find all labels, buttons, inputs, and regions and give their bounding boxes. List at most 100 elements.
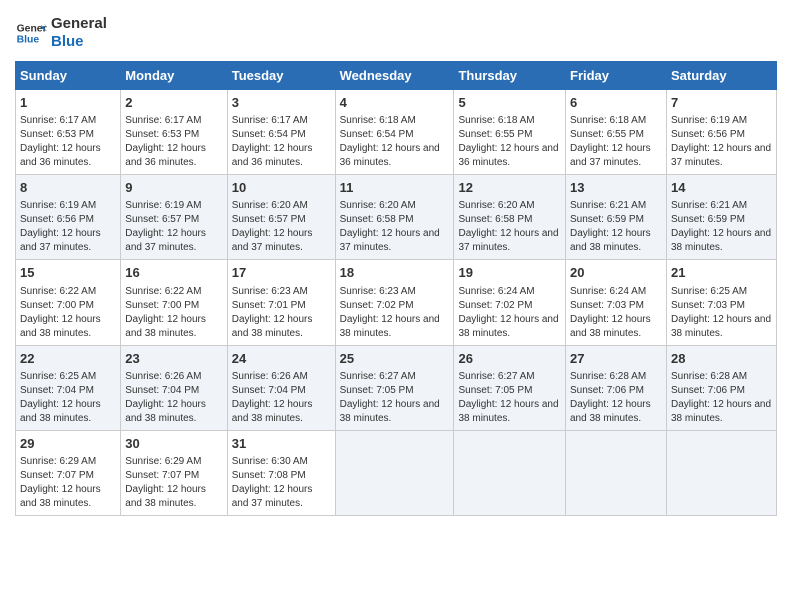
- day-number: 30: [125, 435, 222, 453]
- calendar-cell: [335, 430, 454, 515]
- calendar-cell: 3 Sunrise: 6:17 AMSunset: 6:54 PMDaylight…: [227, 90, 335, 175]
- week-row-3: 15 Sunrise: 6:22 AMSunset: 7:00 PMDayligh…: [16, 260, 777, 345]
- calendar-cell: [454, 430, 566, 515]
- header-wednesday: Wednesday: [335, 62, 454, 90]
- day-number: 21: [671, 264, 772, 282]
- day-info: Sunrise: 6:20 AMSunset: 6:57 PMDaylight:…: [232, 199, 331, 255]
- header-thursday: Thursday: [454, 62, 566, 90]
- calendar-cell: 1 Sunrise: 6:17 AMSunset: 6:53 PMDaylight…: [16, 90, 121, 175]
- calendar-cell: 12Sunrise: 6:20 AMSunset: 6:58 PMDayligh…: [454, 175, 566, 260]
- header-monday: Monday: [121, 62, 227, 90]
- calendar-cell: 31 Sunrise: 6:30 AMSunset: 7:08 PMDayligh…: [227, 430, 335, 515]
- calendar-cell: 15 Sunrise: 6:22 AMSunset: 7:00 PMDayligh…: [16, 260, 121, 345]
- day-number: 11: [340, 179, 450, 197]
- day-info: Sunrise: 6:29 AMSunset: 7:07 PMDaylight:…: [125, 455, 222, 511]
- day-number: 7: [671, 94, 772, 112]
- day-number: 6: [570, 94, 662, 112]
- day-info: Sunrise: 6:26 AMSunset: 7:04 PMDaylight:…: [125, 370, 222, 426]
- calendar-cell: 7 Sunrise: 6:19 AMSunset: 6:56 PMDaylight…: [666, 90, 776, 175]
- calendar-cell: [666, 430, 776, 515]
- day-info: Sunrise: 6:18 AMSunset: 6:55 PMDaylight:…: [570, 114, 662, 170]
- logo-line2: Blue: [51, 33, 107, 51]
- calendar-cell: 26Sunrise: 6:27 AMSunset: 7:05 PMDayligh…: [454, 345, 566, 430]
- day-info: Sunrise: 6:18 AMSunset: 6:54 PMDaylight:…: [340, 114, 450, 170]
- day-number: 14: [671, 179, 772, 197]
- day-info: Sunrise: 6:30 AMSunset: 7:08 PMDaylight:…: [232, 455, 331, 511]
- day-info: Sunrise: 6:22 AMSunset: 7:00 PMDaylight:…: [20, 285, 116, 341]
- day-number: 22: [20, 350, 116, 368]
- day-number: 13: [570, 179, 662, 197]
- calendar-cell: 13 Sunrise: 6:21 AMSunset: 6:59 PMDayligh…: [566, 175, 667, 260]
- calendar-cell: 27 Sunrise: 6:28 AMSunset: 7:06 PMDayligh…: [566, 345, 667, 430]
- day-info: Sunrise: 6:17 AMSunset: 6:54 PMDaylight:…: [232, 114, 331, 170]
- day-number: 4: [340, 94, 450, 112]
- calendar-cell: [566, 430, 667, 515]
- day-number: 27: [570, 350, 662, 368]
- day-number: 15: [20, 264, 116, 282]
- day-info: Sunrise: 6:23 AMSunset: 7:02 PMDaylight:…: [340, 285, 450, 341]
- day-info: Sunrise: 6:19 AMSunset: 6:56 PMDaylight:…: [671, 114, 772, 170]
- day-info: Sunrise: 6:18 AMSunset: 6:55 PMDaylight:…: [458, 114, 561, 170]
- day-info: Sunrise: 6:20 AMSunset: 6:58 PMDaylight:…: [340, 199, 450, 255]
- day-number: 2: [125, 94, 222, 112]
- day-info: Sunrise: 6:28 AMSunset: 7:06 PMDaylight:…: [671, 370, 772, 426]
- header-sunday: Sunday: [16, 62, 121, 90]
- day-number: 16: [125, 264, 222, 282]
- calendar-cell: 5 Sunrise: 6:18 AMSunset: 6:55 PMDaylight…: [454, 90, 566, 175]
- week-row-2: 8Sunrise: 6:19 AMSunset: 6:56 PMDaylight…: [16, 175, 777, 260]
- day-info: Sunrise: 6:24 AMSunset: 7:02 PMDaylight:…: [458, 285, 561, 341]
- calendar-cell: 6 Sunrise: 6:18 AMSunset: 6:55 PMDaylight…: [566, 90, 667, 175]
- day-info: Sunrise: 6:27 AMSunset: 7:05 PMDaylight:…: [458, 370, 561, 426]
- day-number: 12: [458, 179, 561, 197]
- header-tuesday: Tuesday: [227, 62, 335, 90]
- day-number: 25: [340, 350, 450, 368]
- calendar-cell: 8Sunrise: 6:19 AMSunset: 6:56 PMDaylight…: [16, 175, 121, 260]
- day-number: 8: [20, 179, 116, 197]
- day-number: 18: [340, 264, 450, 282]
- day-number: 1: [20, 94, 116, 112]
- header-saturday: Saturday: [666, 62, 776, 90]
- day-info: Sunrise: 6:25 AMSunset: 7:03 PMDaylight:…: [671, 285, 772, 341]
- day-info: Sunrise: 6:21 AMSunset: 6:59 PMDaylight:…: [671, 199, 772, 255]
- calendar-cell: 29Sunrise: 6:29 AMSunset: 7:07 PMDayligh…: [16, 430, 121, 515]
- day-info: Sunrise: 6:25 AMSunset: 7:04 PMDaylight:…: [20, 370, 116, 426]
- day-info: Sunrise: 6:21 AMSunset: 6:59 PMDaylight:…: [570, 199, 662, 255]
- calendar-cell: 22 Sunrise: 6:25 AMSunset: 7:04 PMDayligh…: [16, 345, 121, 430]
- calendar-cell: 23 Sunrise: 6:26 AMSunset: 7:04 PMDayligh…: [121, 345, 227, 430]
- day-info: Sunrise: 6:17 AMSunset: 6:53 PMDaylight:…: [20, 114, 116, 170]
- week-row-1: 1 Sunrise: 6:17 AMSunset: 6:53 PMDaylight…: [16, 90, 777, 175]
- calendar-cell: 24Sunrise: 6:26 AMSunset: 7:04 PMDayligh…: [227, 345, 335, 430]
- day-info: Sunrise: 6:28 AMSunset: 7:06 PMDaylight:…: [570, 370, 662, 426]
- day-number: 24: [232, 350, 331, 368]
- calendar-cell: 18 Sunrise: 6:23 AMSunset: 7:02 PMDayligh…: [335, 260, 454, 345]
- calendar-table: SundayMondayTuesdayWednesdayThursdayFrid…: [15, 61, 777, 516]
- day-info: Sunrise: 6:17 AMSunset: 6:53 PMDaylight:…: [125, 114, 222, 170]
- logo: General Blue General Blue: [15, 15, 107, 51]
- calendar-cell: 20Sunrise: 6:24 AMSunset: 7:03 PMDayligh…: [566, 260, 667, 345]
- week-row-5: 29Sunrise: 6:29 AMSunset: 7:07 PMDayligh…: [16, 430, 777, 515]
- day-number: 17: [232, 264, 331, 282]
- svg-text:General: General: [17, 23, 47, 34]
- calendar-cell: 11 Sunrise: 6:20 AMSunset: 6:58 PMDayligh…: [335, 175, 454, 260]
- calendar-cell: 9Sunrise: 6:19 AMSunset: 6:57 PMDaylight…: [121, 175, 227, 260]
- calendar-cell: 28Sunrise: 6:28 AMSunset: 7:06 PMDayligh…: [666, 345, 776, 430]
- day-number: 31: [232, 435, 331, 453]
- svg-text:Blue: Blue: [17, 35, 40, 46]
- calendar-cell: 4 Sunrise: 6:18 AMSunset: 6:54 PMDaylight…: [335, 90, 454, 175]
- calendar-cell: 16Sunrise: 6:22 AMSunset: 7:00 PMDayligh…: [121, 260, 227, 345]
- logo-line1: General: [51, 15, 107, 33]
- day-number: 20: [570, 264, 662, 282]
- day-number: 5: [458, 94, 561, 112]
- week-row-4: 22 Sunrise: 6:25 AMSunset: 7:04 PMDayligh…: [16, 345, 777, 430]
- day-number: 10: [232, 179, 331, 197]
- calendar-cell: 10 Sunrise: 6:20 AMSunset: 6:57 PMDayligh…: [227, 175, 335, 260]
- calendar-cell: 25Sunrise: 6:27 AMSunset: 7:05 PMDayligh…: [335, 345, 454, 430]
- day-number: 19: [458, 264, 561, 282]
- calendar-header-row: SundayMondayTuesdayWednesdayThursdayFrid…: [16, 62, 777, 90]
- day-number: 23: [125, 350, 222, 368]
- logo-icon: General Blue: [15, 17, 47, 49]
- day-number: 3: [232, 94, 331, 112]
- calendar-cell: 2 Sunrise: 6:17 AMSunset: 6:53 PMDaylight…: [121, 90, 227, 175]
- calendar-cell: 21 Sunrise: 6:25 AMSunset: 7:03 PMDayligh…: [666, 260, 776, 345]
- day-info: Sunrise: 6:23 AMSunset: 7:01 PMDaylight:…: [232, 285, 331, 341]
